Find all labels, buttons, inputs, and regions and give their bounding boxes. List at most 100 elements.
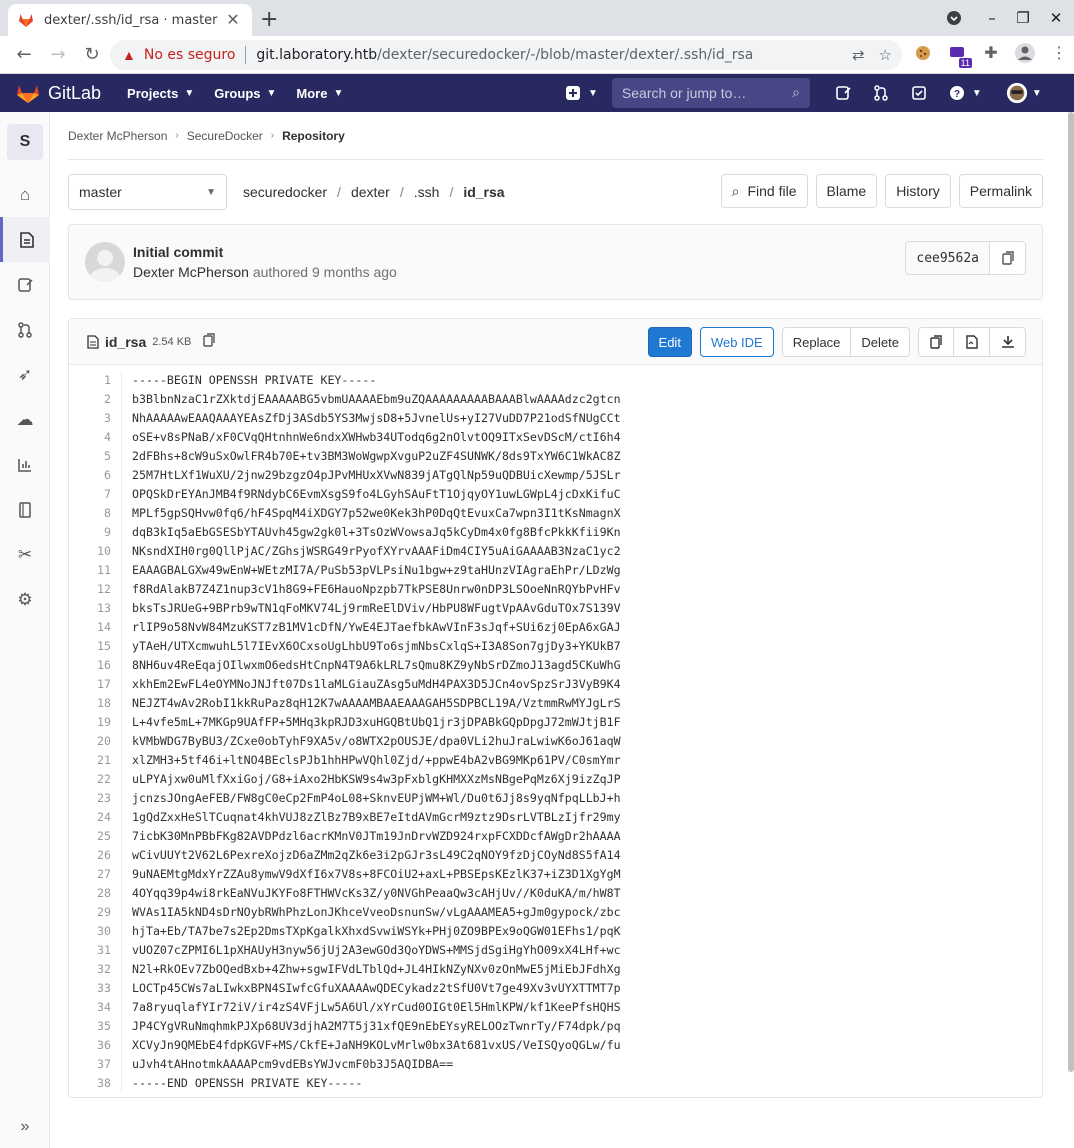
- commit-sha[interactable]: cee9562a: [905, 241, 990, 275]
- copy-file-path-button[interactable]: [203, 333, 216, 350]
- line-number[interactable]: 36: [69, 1036, 111, 1055]
- line-number[interactable]: 38: [69, 1074, 111, 1093]
- line-number[interactable]: 4: [69, 428, 111, 447]
- search-icon[interactable]: ⌕: [792, 84, 800, 101]
- line-number[interactable]: 27: [69, 865, 111, 884]
- line-number[interactable]: 32: [69, 960, 111, 979]
- line-number[interactable]: 3: [69, 409, 111, 428]
- extensions-puzzle-icon[interactable]: ✚: [980, 42, 1002, 64]
- line-number[interactable]: 24: [69, 808, 111, 827]
- breadcrumb-user[interactable]: Dexter McPherson: [68, 129, 167, 143]
- line-number[interactable]: 20: [69, 732, 111, 751]
- branch-selector[interactable]: master ▼: [68, 174, 227, 210]
- line-number[interactable]: 28: [69, 884, 111, 903]
- copy-sha-button[interactable]: [990, 241, 1026, 275]
- chevron-down-icon[interactable]: ▼: [972, 88, 982, 99]
- sidebar-item-analytics[interactable]: [0, 442, 50, 487]
- browser-tab[interactable]: dexter/.ssh/id_rsa · master ✕: [8, 4, 252, 36]
- help-icon[interactable]: ?: [946, 82, 968, 104]
- line-number[interactable]: 8: [69, 504, 111, 523]
- line-number[interactable]: 12: [69, 580, 111, 599]
- history-button[interactable]: History: [885, 174, 951, 208]
- maximize-icon[interactable]: ❐: [1013, 8, 1033, 28]
- path-segment[interactable]: securedocker: [243, 184, 327, 200]
- permalink-button[interactable]: Permalink: [958, 174, 1043, 208]
- commit-message[interactable]: Initial commit: [133, 244, 397, 260]
- line-number[interactable]: 1: [69, 371, 111, 390]
- minimize-icon[interactable]: –: [982, 8, 1002, 28]
- back-icon[interactable]: ←: [10, 41, 38, 69]
- sidebar-item-snippets[interactable]: ✂: [0, 532, 50, 577]
- collapse-sidebar-icon[interactable]: »: [0, 1112, 50, 1142]
- sidebar-item-cicd[interactable]: ➶: [0, 352, 50, 397]
- commit-author[interactable]: Dexter McPherson: [133, 264, 249, 280]
- line-number[interactable]: 2: [69, 390, 111, 409]
- line-number[interactable]: 10: [69, 542, 111, 561]
- sidebar-item-repository[interactable]: [0, 217, 50, 262]
- find-file-button[interactable]: ⌕ Find file: [720, 174, 808, 208]
- delete-button[interactable]: Delete: [851, 327, 910, 357]
- new-tab-icon[interactable]: +: [260, 7, 278, 32]
- line-number[interactable]: 21: [69, 751, 111, 770]
- sidebar-item-wiki[interactable]: [0, 487, 50, 532]
- extension-badge-icon[interactable]: 11: [946, 42, 972, 68]
- line-number[interactable]: 14: [69, 618, 111, 637]
- author-avatar[interactable]: [85, 242, 125, 282]
- line-number[interactable]: 26: [69, 846, 111, 865]
- sidebar-item-operations[interactable]: ☁: [0, 397, 50, 442]
- line-number[interactable]: 31: [69, 941, 111, 960]
- sidebar-item-merge-requests[interactable]: [0, 307, 50, 352]
- security-label[interactable]: No es seguro: [144, 47, 236, 63]
- breadcrumb-project[interactable]: SecureDocker: [187, 129, 263, 143]
- close-window-icon[interactable]: ✕: [1046, 8, 1066, 28]
- line-number[interactable]: 7: [69, 485, 111, 504]
- page-scrollbar[interactable]: [1068, 112, 1074, 1072]
- nav-groups[interactable]: Groups ▼: [214, 86, 276, 101]
- line-number[interactable]: 9: [69, 523, 111, 542]
- browser-menu-icon[interactable]: ⋮: [1048, 42, 1070, 64]
- line-number[interactable]: 37: [69, 1055, 111, 1074]
- line-number[interactable]: 18: [69, 694, 111, 713]
- line-number[interactable]: 30: [69, 922, 111, 941]
- project-avatar[interactable]: S: [7, 124, 43, 160]
- path-segment[interactable]: dexter: [351, 184, 390, 200]
- path-segment[interactable]: .ssh: [414, 184, 440, 200]
- line-number[interactable]: 11: [69, 561, 111, 580]
- breadcrumb-current[interactable]: Repository: [282, 129, 345, 143]
- sidebar-item-issues[interactable]: [0, 262, 50, 307]
- issues-icon[interactable]: [832, 82, 854, 104]
- line-number[interactable]: 23: [69, 789, 111, 808]
- path-file[interactable]: id_rsa: [463, 184, 504, 200]
- line-number[interactable]: 5: [69, 447, 111, 466]
- sidebar-item-project-overview[interactable]: ⌂: [0, 172, 50, 217]
- new-dropdown-icon[interactable]: [562, 82, 584, 104]
- user-avatar[interactable]: [1006, 82, 1028, 104]
- blame-button[interactable]: Blame: [815, 174, 878, 208]
- line-number[interactable]: 25: [69, 827, 111, 846]
- line-number[interactable]: 17: [69, 675, 111, 694]
- download-button[interactable]: [990, 327, 1026, 357]
- cookie-extension-icon[interactable]: [912, 42, 934, 64]
- merge-requests-icon[interactable]: [870, 82, 892, 104]
- replace-button[interactable]: Replace: [781, 327, 852, 357]
- url-bar[interactable]: ▲ No es seguro git.laboratory.htb/dexter…: [110, 40, 902, 70]
- line-number[interactable]: 29: [69, 903, 111, 922]
- search-input[interactable]: [621, 85, 782, 101]
- chevron-down-icon[interactable]: ▼: [1032, 88, 1042, 99]
- line-number[interactable]: 35: [69, 1017, 111, 1036]
- line-number[interactable]: 19: [69, 713, 111, 732]
- nav-projects[interactable]: Projects ▼: [127, 86, 194, 101]
- todos-icon[interactable]: [908, 82, 930, 104]
- sidebar-item-settings[interactable]: ⚙: [0, 577, 50, 622]
- nav-more[interactable]: More ▼: [296, 86, 343, 101]
- translate-icon[interactable]: ⇄: [852, 46, 865, 64]
- line-number[interactable]: 22: [69, 770, 111, 789]
- line-number[interactable]: 34: [69, 998, 111, 1017]
- line-number[interactable]: 33: [69, 979, 111, 998]
- line-number[interactable]: 13: [69, 599, 111, 618]
- edit-button[interactable]: Edit: [647, 327, 692, 357]
- gitlab-logo[interactable]: GitLab: [16, 82, 101, 104]
- search-box[interactable]: ⌕: [611, 78, 810, 108]
- tab-search-icon[interactable]: [944, 8, 964, 28]
- web-ide-button[interactable]: Web IDE: [699, 327, 774, 357]
